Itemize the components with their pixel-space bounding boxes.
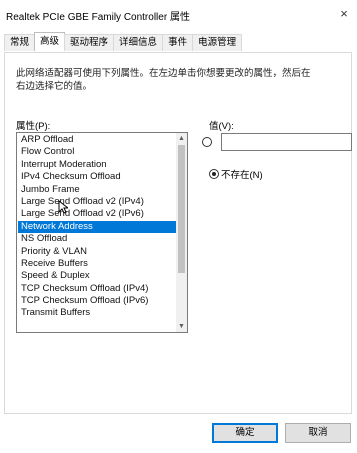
close-icon[interactable]: × [335,5,353,23]
property-item[interactable]: Transmit Buffers [18,307,176,319]
property-item[interactable]: Jumbo Frame [18,184,176,196]
advanced-panel: 此网络适配器可使用下列属性。在左边单击你想要更改的属性，然后在右边选择它的值。 … [4,52,352,414]
not-present-radio[interactable] [209,169,219,179]
property-item[interactable]: TCP Checksum Offload (IPv6) [18,295,176,307]
cancel-button[interactable]: 取消 [285,423,351,443]
tab-power-management[interactable]: 电源管理 [192,34,243,51]
radio-selected-dot [212,172,216,176]
tab-details[interactable]: 详细信息 [113,34,164,51]
tab-advanced[interactable]: 高级 [34,32,66,51]
property-item[interactable]: TCP Checksum Offload (IPv4) [18,283,176,295]
value-input[interactable] [221,133,352,151]
mouse-cursor-icon [58,200,68,214]
tab-events[interactable]: 事件 [162,34,194,51]
property-list: ARP Offload Flow Control Interrupt Moder… [18,134,176,320]
property-item[interactable]: ARP Offload [18,134,176,146]
property-item[interactable]: Flow Control [18,146,176,158]
value-radio[interactable] [202,137,212,147]
description-text: 此网络适配器可使用下列属性。在左边单击你想要更改的属性，然后在右边选择它的值。 [16,68,311,92]
property-item[interactable]: NS Offload [18,233,176,245]
property-item-selected[interactable]: Network Address [18,220,176,234]
property-item[interactable]: Large Send Offload v2 (IPv4) [18,196,176,208]
window-title: Realtek PCIe GBE Family Controller 属性 [6,12,190,23]
property-listbox[interactable]: ARP Offload Flow Control Interrupt Moder… [16,132,188,333]
property-item[interactable]: Priority & VLAN [18,246,176,258]
tab-strip: 常规 高级 驱动程序 详细信息 事件 电源管理 [4,32,243,52]
property-item[interactable]: Interrupt Moderation [18,159,176,171]
ok-button[interactable]: 确定 [212,423,278,443]
value-label: 值(V): [209,121,234,132]
not-present-label: 不存在(N) [221,170,263,181]
scroll-up-icon[interactable]: ▲ [176,133,187,144]
property-item[interactable]: Receive Buffers [18,258,176,270]
tab-general[interactable]: 常规 [4,34,36,51]
scrollbar-thumb[interactable] [178,145,185,273]
tab-driver[interactable]: 驱动程序 [64,34,115,51]
property-item[interactable]: IPv4 Checksum Offload [18,171,176,183]
property-label: 属性(P): [16,121,51,132]
listbox-scrollbar[interactable]: ▲ ▼ [176,133,187,332]
scroll-down-icon[interactable]: ▼ [176,321,187,332]
title-bar: Realtek PCIe GBE Family Controller 属性 × [0,0,357,30]
property-item[interactable]: Speed & Duplex [18,270,176,282]
property-item[interactable]: Large Send Offload v2 (IPv6) [18,208,176,220]
